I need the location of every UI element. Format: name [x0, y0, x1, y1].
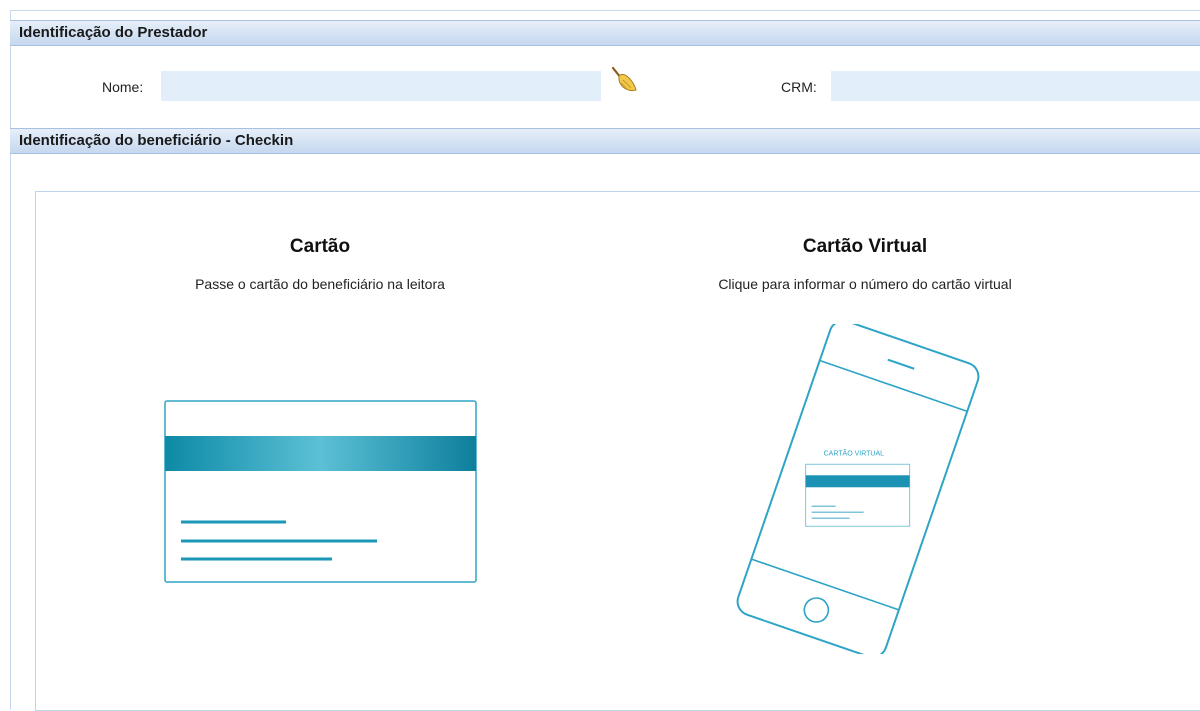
broom-icon[interactable] [609, 66, 639, 94]
beneficiario-section-header: Identificação do beneficiário - Checkin [10, 128, 1200, 154]
cartao-title: Cartão [289, 236, 351, 257]
card-icon [164, 400, 477, 583]
crm-label: CRM: [781, 79, 817, 95]
cartao-option[interactable]: Cartão Passe o cartão do beneficiário na… [140, 236, 500, 596]
crm-input[interactable] [831, 71, 1200, 101]
cartao-virtual-subtitle: Clique para informar o número do cartão … [718, 276, 1012, 292]
phone-screen-label: CARTÃO VIRTUAL [824, 448, 885, 457]
phone-icon: CARTÃO VIRTUAL [736, 324, 980, 654]
cartao-subtitle: Passe o cartão do beneficiário na leitor… [195, 276, 445, 292]
cartao-virtual-title: Cartão Virtual [802, 236, 928, 257]
nome-input[interactable] [161, 71, 601, 101]
cartao-virtual-option[interactable]: Cartão Virtual Clique para informar o nú… [660, 236, 1070, 666]
nome-label: Nome: [102, 79, 144, 95]
prestador-section-header: Identificação do Prestador [10, 20, 1200, 46]
